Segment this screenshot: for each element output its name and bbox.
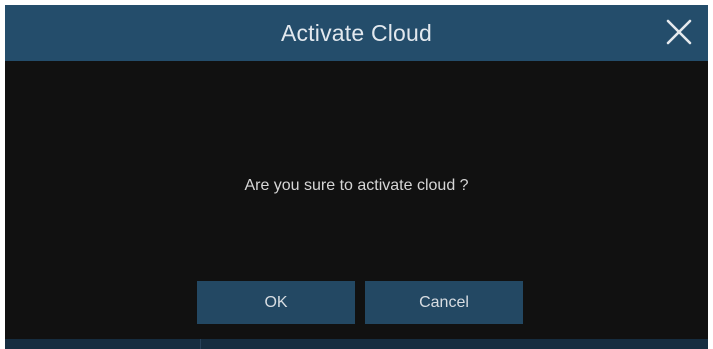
dialog-footer-strip: [5, 339, 708, 349]
close-icon: [666, 19, 692, 45]
close-button[interactable]: [664, 17, 694, 47]
ok-button[interactable]: OK: [197, 281, 355, 324]
activate-cloud-dialog: Activate Cloud Are you sure to activate …: [5, 5, 708, 349]
confirm-message: Are you sure to activate cloud ?: [244, 177, 469, 194]
cancel-button[interactable]: Cancel: [365, 281, 523, 324]
dialog-titlebar: Activate Cloud: [5, 5, 708, 61]
dialog-title: Activate Cloud: [280, 20, 433, 46]
footer-divider: [200, 339, 201, 349]
